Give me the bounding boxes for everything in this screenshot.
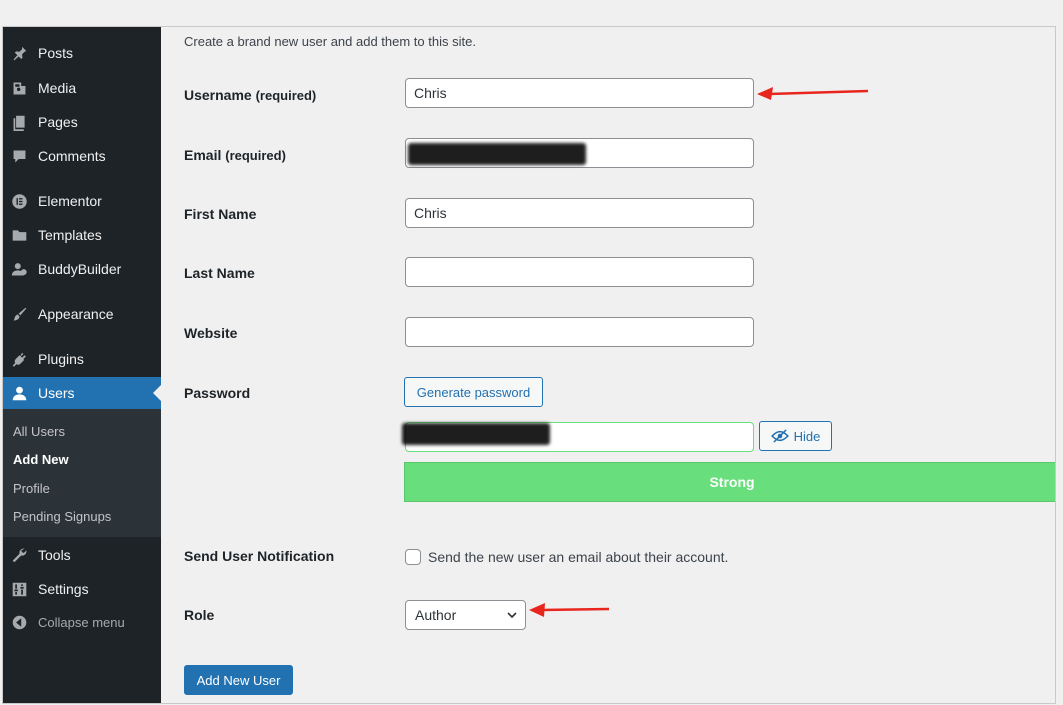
menu-label: Tools — [38, 547, 71, 563]
send-notification-checkbox[interactable] — [405, 549, 421, 565]
chevron-down-icon — [507, 612, 517, 619]
first-name-label: First Name — [184, 206, 257, 222]
hide-password-button[interactable]: Hide — [759, 421, 832, 451]
menu-label: Posts — [38, 45, 74, 61]
menu-item-templates[interactable]: Templates — [3, 219, 161, 251]
pages-icon — [10, 113, 28, 131]
hide-label: Hide — [793, 428, 821, 444]
password-input[interactable] — [402, 422, 754, 452]
menu-item-buddybuilder[interactable]: BuddyBuilder — [3, 253, 161, 285]
pushpin-icon — [10, 44, 28, 62]
first-name-input[interactable]: Chris — [405, 198, 754, 228]
folder-icon — [10, 226, 28, 244]
website-label: Website — [184, 325, 238, 341]
menu-label: Comments — [38, 148, 106, 164]
plug-icon — [10, 350, 28, 368]
menu-item-media[interactable]: Media — [3, 72, 161, 104]
eye-slash-icon — [770, 429, 789, 443]
role-value: Author — [415, 607, 457, 623]
role-label: Role — [184, 607, 215, 623]
comment-icon — [10, 147, 28, 165]
menu-label: Elementor — [38, 193, 102, 209]
annotation-arrow-role — [529, 603, 610, 617]
notification-label: Send User Notification — [184, 548, 335, 564]
menu-label: BuddyBuilder — [38, 261, 122, 277]
media-icon — [10, 79, 28, 97]
collapse-icon — [10, 613, 28, 631]
generate-password-button[interactable]: Generate password — [404, 377, 543, 407]
users-submenu: All Users Add New Profile Pending Signup… — [3, 409, 161, 537]
add-user-form: Create a brand new user and add them to … — [161, 27, 1055, 703]
menu-label: Media — [38, 80, 77, 96]
buddybuilder-icon — [10, 260, 28, 278]
email-input[interactable] — [405, 138, 754, 168]
menu-item-appearance[interactable]: Appearance — [3, 298, 161, 330]
menu-item-comments[interactable]: Comments — [3, 140, 161, 172]
email-label-text: Email — [184, 147, 222, 163]
form-intro: Create a brand new user and add them to … — [184, 34, 476, 49]
user-icon — [10, 384, 28, 402]
menu-item-pages[interactable]: Pages — [3, 106, 161, 138]
admin-frame: Posts Media Pages Comments Elementor Tem… — [2, 26, 1056, 704]
redacted-password — [402, 423, 550, 445]
annotation-arrow-username — [757, 87, 869, 100]
submenu-profile[interactable]: Profile — [13, 481, 50, 496]
notification-text: Send the new user an email about their a… — [428, 549, 729, 565]
last-name-input[interactable] — [405, 257, 754, 287]
username-label: Username (required) — [184, 87, 316, 103]
add-new-user-button[interactable]: Add New User — [184, 665, 293, 695]
website-input[interactable] — [405, 317, 754, 347]
username-label-text: Username — [184, 87, 252, 103]
menu-item-plugins[interactable]: Plugins — [3, 343, 161, 375]
role-select[interactable]: Author — [405, 600, 526, 630]
last-name-label: Last Name — [184, 265, 255, 281]
required-note: (required) — [225, 148, 286, 163]
menu-label: Users — [38, 385, 75, 401]
password-strength-meter: Strong — [404, 462, 1055, 502]
first-name-value: Chris — [414, 205, 447, 221]
sliders-icon — [10, 580, 28, 598]
collapse-label: Collapse menu — [38, 614, 125, 630]
menu-item-tools[interactable]: Tools — [3, 539, 161, 571]
menu-item-posts[interactable]: Posts — [3, 37, 161, 69]
required-note: (required) — [255, 88, 317, 103]
menu-label: Plugins — [38, 351, 84, 367]
email-label: Email (required) — [184, 147, 286, 163]
menu-label: Pages — [38, 114, 78, 130]
menu-label: Settings — [38, 581, 89, 597]
username-value: Chris — [414, 85, 447, 101]
admin-sidebar: Posts Media Pages Comments Elementor Tem… — [3, 27, 161, 703]
redacted-email — [408, 143, 586, 165]
submenu-pending-signups[interactable]: Pending Signups — [13, 509, 111, 524]
menu-item-users[interactable]: Users — [3, 377, 161, 409]
paintbrush-icon — [10, 305, 28, 323]
username-input[interactable]: Chris — [405, 78, 754, 108]
menu-label: Templates — [38, 227, 102, 243]
submenu-all-users[interactable]: All Users — [13, 424, 65, 439]
menu-label: Appearance — [38, 306, 114, 322]
submenu-add-new[interactable]: Add New — [13, 452, 69, 467]
menu-item-settings[interactable]: Settings — [3, 573, 161, 605]
password-label: Password — [184, 385, 251, 401]
wrench-icon — [10, 546, 28, 564]
elementor-icon — [10, 192, 28, 210]
top-strip — [0, 0, 1063, 27]
collapse-menu-button[interactable]: Collapse menu — [3, 606, 161, 638]
menu-item-elementor[interactable]: Elementor — [3, 185, 161, 217]
